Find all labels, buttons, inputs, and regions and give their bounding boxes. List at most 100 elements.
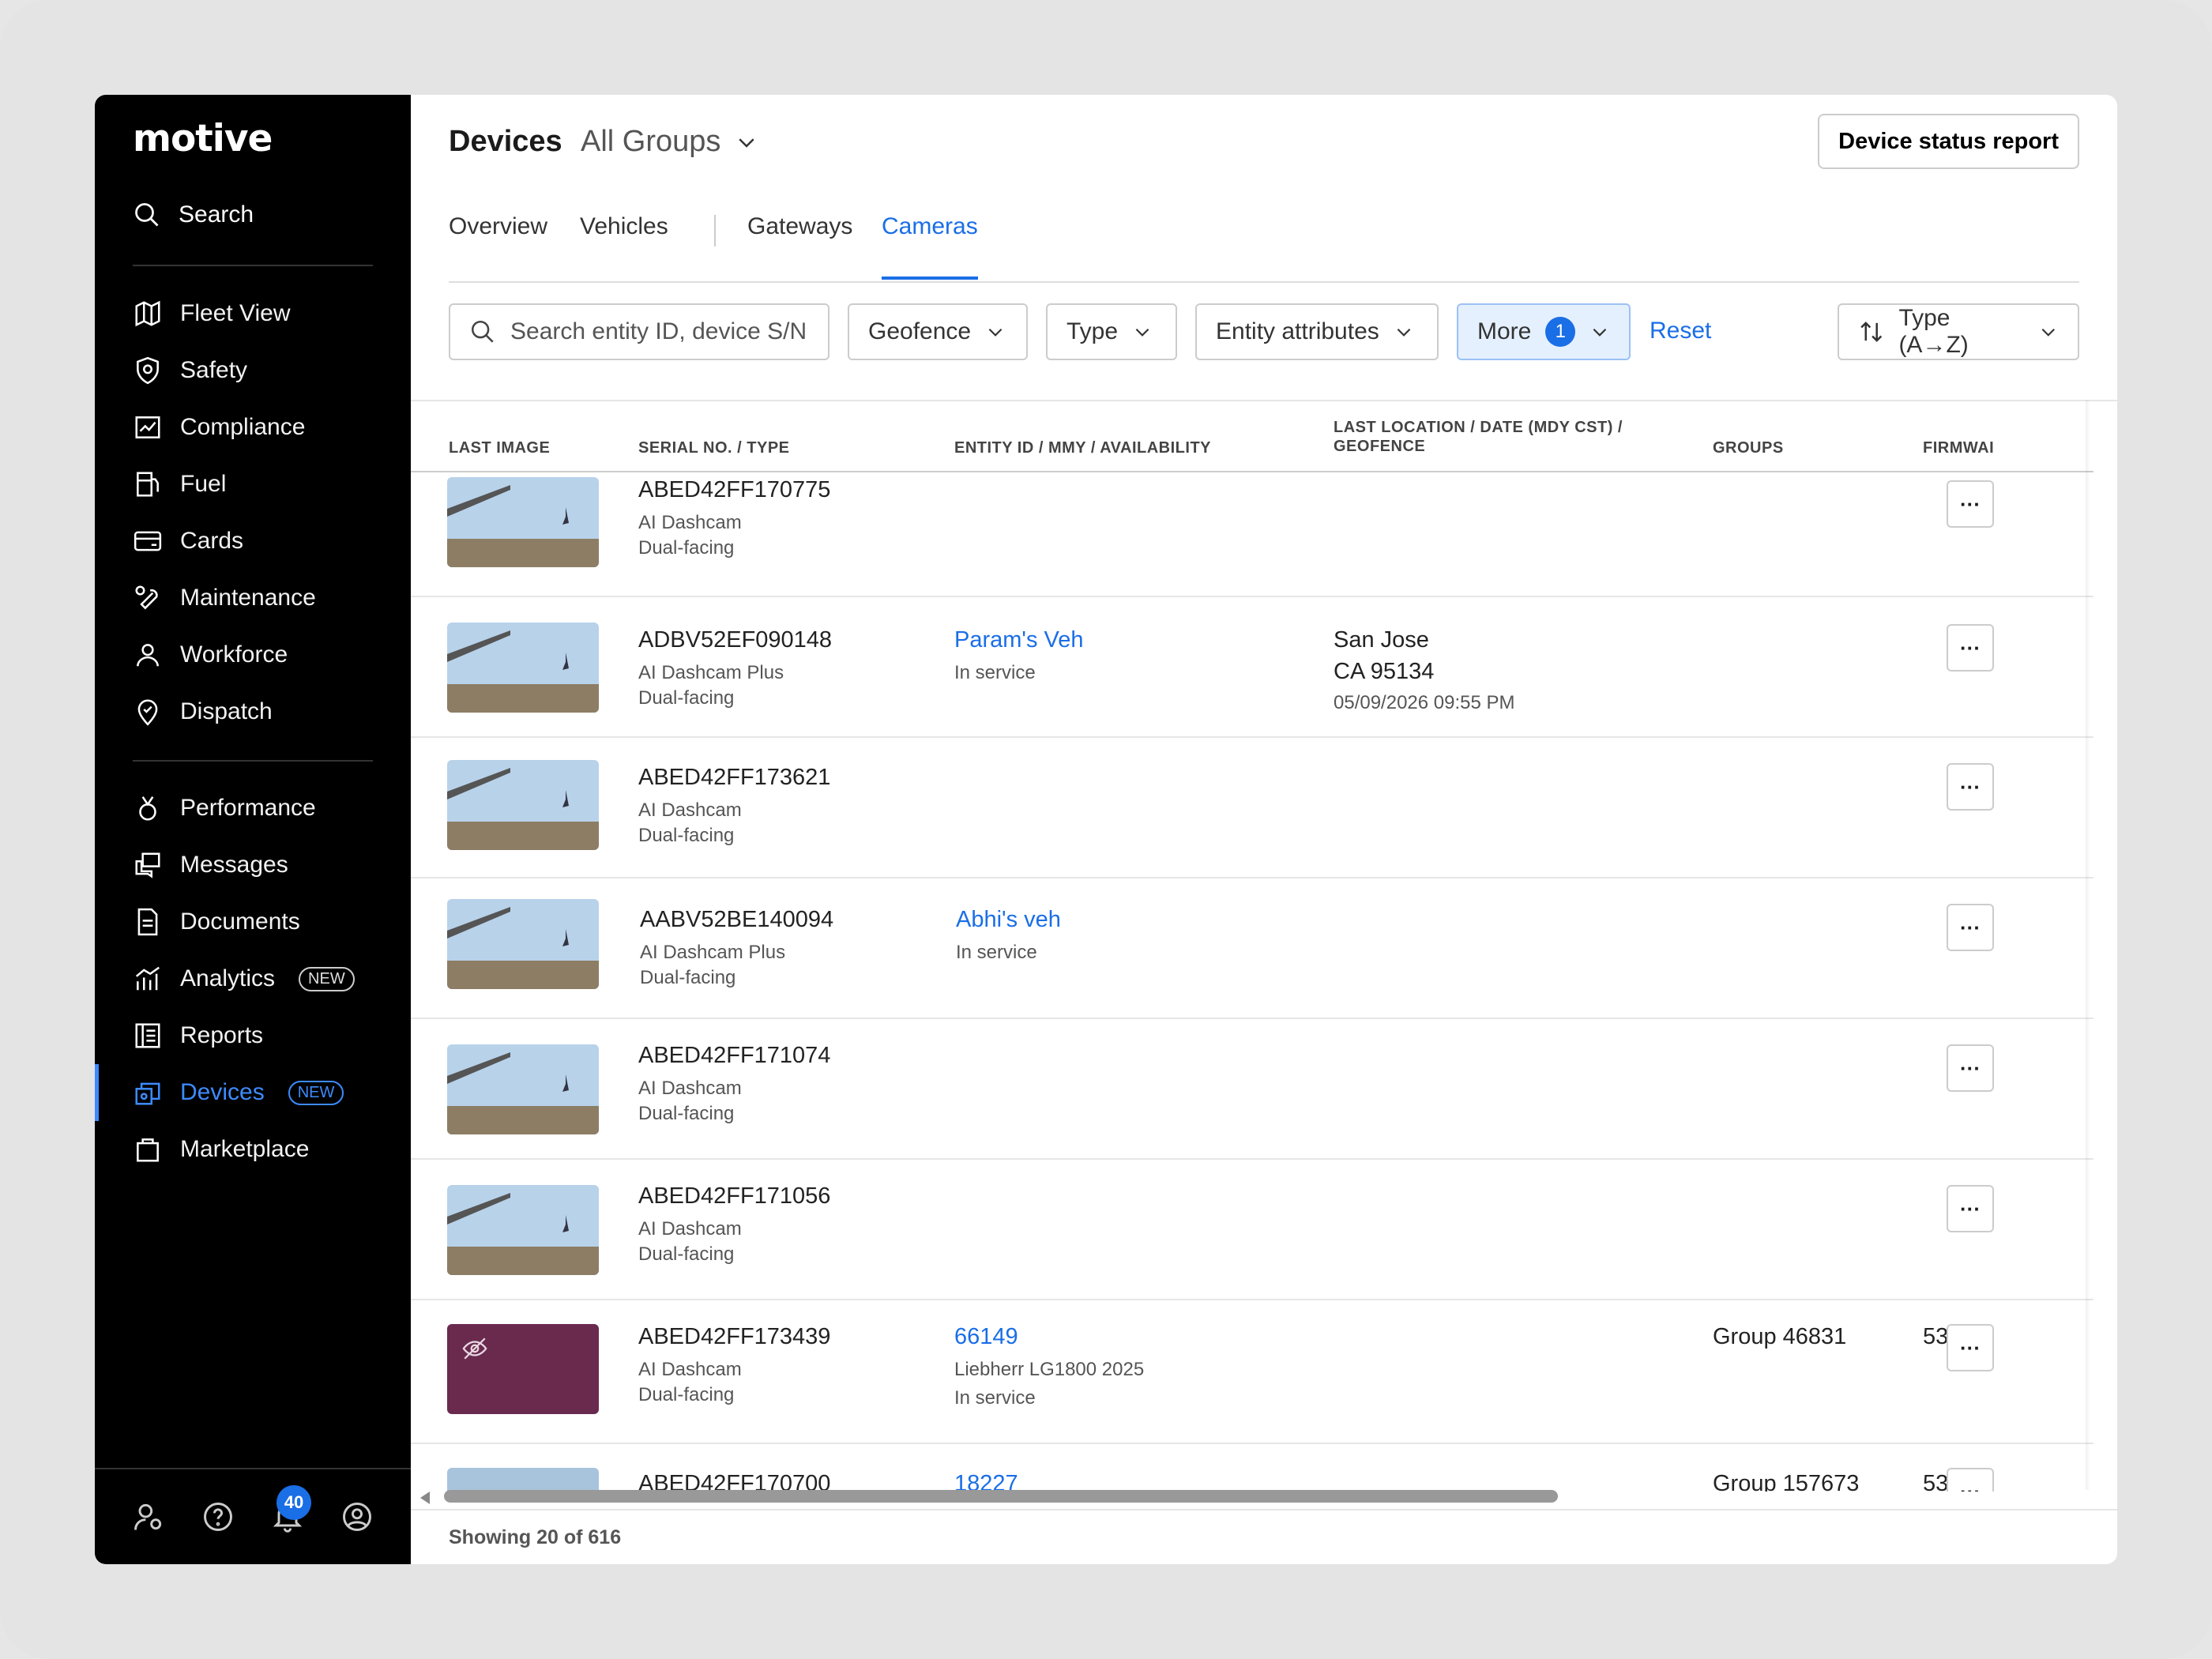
tab-cameras[interactable]: Cameras: [882, 213, 978, 280]
column-header-firmware[interactable]: FIRMWAI: [1923, 439, 1994, 457]
sidebar-item-label: Fuel: [180, 471, 227, 497]
chevron-down-icon: [988, 328, 1003, 337]
row-actions-button[interactable]: ···: [1947, 904, 1994, 951]
device-facing: Dual-facing: [638, 825, 735, 846]
sidebar-item-label: Fleet View: [180, 300, 291, 326]
serial-number: ABED42FF171074: [638, 1043, 831, 1068]
column-header-geofence[interactable]: GEOFENCE: [1334, 438, 1425, 456]
search-input[interactable]: Search entity ID, device S/N: [449, 303, 830, 360]
group-selector-label: All Groups: [581, 125, 721, 158]
tab-vehicles[interactable]: Vehicles: [580, 213, 668, 280]
entity-id-link[interactable]: 66149: [954, 1324, 1018, 1350]
horizontal-scrollbar[interactable]: [444, 1490, 1558, 1503]
help-icon[interactable]: [201, 1499, 235, 1534]
sticky-column-shadow: [2086, 400, 2090, 1490]
app-window: motive Search Fleet View Safety Complian…: [95, 95, 2117, 1564]
vehicle-mmy: Liebherr LG1800 2025: [954, 1359, 1145, 1380]
person-icon: [137, 644, 159, 667]
availability-status: In service: [954, 662, 1036, 683]
camera-thumbnail[interactable]: [447, 477, 599, 567]
entity-id-link[interactable]: Param's Veh: [954, 627, 1084, 653]
camera-thumbnail[interactable]: [447, 1185, 599, 1275]
table-row[interactable]: AABV52BE140094 AI Dashcam Plus Dual-faci…: [411, 877, 2094, 1019]
geofence-filter[interactable]: Geofence: [848, 303, 1028, 360]
tab-gateways[interactable]: Gateways: [747, 213, 852, 280]
column-header-groups[interactable]: GROUPS: [1713, 439, 1784, 457]
sort-dropdown[interactable]: Type (A→Z): [1838, 303, 2079, 360]
sidebar-item-label: Messages: [180, 852, 288, 878]
row-actions-button[interactable]: ···: [1947, 1044, 1994, 1092]
sidebar-item-messages[interactable]: Messages: [133, 845, 288, 885]
column-header-location[interactable]: LAST LOCATION / DATE (MDY CST) /: [1334, 419, 1623, 437]
table-row[interactable]: ABED42FF173621 AI Dashcam Dual-facing ··…: [411, 736, 2094, 878]
camera-thumbnail[interactable]: [447, 1044, 599, 1134]
reports-icon: [135, 1023, 160, 1048]
camera-thumbnail[interactable]: [447, 1468, 599, 1492]
group-selector[interactable]: All Groups: [581, 125, 758, 159]
device-type: AI Dashcam: [638, 1218, 742, 1240]
sidebar-item-cards[interactable]: Cards: [133, 521, 243, 561]
sidebar-search[interactable]: Search: [133, 201, 254, 229]
camera-thumbnail[interactable]: [447, 623, 599, 713]
sidebar-item-fleet-view[interactable]: Fleet View: [133, 294, 291, 333]
account-icon[interactable]: [340, 1499, 374, 1534]
row-actions-button[interactable]: ···: [1947, 1468, 1994, 1492]
table-row[interactable]: ABED42FF171056 AI Dashcam Dual-facing ··…: [411, 1158, 2094, 1300]
camera-thumbnail-unavailable[interactable]: [447, 1324, 599, 1414]
sidebar-item-devices[interactable]: Devices NEW: [133, 1073, 344, 1112]
entity-attributes-filter[interactable]: Entity attributes: [1195, 303, 1439, 360]
row-actions-button[interactable]: ···: [1947, 624, 1994, 672]
table-row[interactable]: ABED42FF171074 AI Dashcam Dual-facing ··…: [411, 1018, 2094, 1160]
column-header-serial[interactable]: SERIAL NO. / TYPE: [638, 439, 790, 457]
sidebar-item-reports[interactable]: Reports: [133, 1016, 263, 1055]
pagination-summary: Showing 20 of 616: [449, 1526, 622, 1548]
type-filter[interactable]: Type: [1046, 303, 1177, 360]
eye-off-icon: [462, 1337, 487, 1360]
entity-id-link[interactable]: 18227: [954, 1471, 1018, 1492]
entity-id-link[interactable]: Abhi's veh: [956, 907, 1061, 933]
sidebar-item-maintenance[interactable]: Maintenance: [133, 578, 316, 618]
table-row[interactable]: ABED42FF173439 AI Dashcam Dual-facing 66…: [411, 1299, 2094, 1444]
map-icon: [135, 300, 160, 327]
availability-status: In service: [956, 942, 1037, 963]
row-actions-button[interactable]: ···: [1947, 1324, 1994, 1371]
type-filter-label: Type: [1066, 318, 1119, 344]
reset-filters-link[interactable]: Reset: [1650, 318, 1711, 344]
user-settings-icon[interactable]: [131, 1499, 166, 1534]
sidebar-item-documents[interactable]: Documents: [133, 902, 300, 942]
sidebar-item-compliance[interactable]: Compliance: [133, 408, 305, 447]
row-actions-button[interactable]: ···: [1947, 763, 1994, 811]
sidebar-item-analytics[interactable]: Analytics NEW: [133, 959, 355, 999]
table-row[interactable]: ADBV52EF090148 AI Dashcam Plus Dual-faci…: [411, 596, 2094, 738]
device-facing: Dual-facing: [638, 687, 735, 709]
more-filters-button[interactable]: More 1: [1457, 303, 1631, 360]
sidebar-item-label: Maintenance: [180, 585, 316, 611]
sidebar-item-safety[interactable]: Safety: [133, 351, 247, 390]
camera-thumbnail[interactable]: [447, 760, 599, 850]
scroll-left-arrow-icon[interactable]: [417, 1488, 433, 1507]
active-indicator: [95, 1064, 99, 1121]
sidebar-item-performance[interactable]: Performance: [133, 788, 316, 828]
column-header-last-image[interactable]: LAST IMAGE: [449, 439, 550, 457]
main-content: Devices All Groups Device status report …: [411, 95, 2117, 1564]
sidebar-item-dispatch[interactable]: Dispatch: [133, 692, 273, 732]
table-row[interactable]: ABED42FF170775 AI Dashcam Dual-facing ··…: [411, 472, 2094, 597]
sidebar-item-marketplace[interactable]: Marketplace: [133, 1130, 309, 1169]
dispatch-icon: [137, 699, 158, 726]
row-actions-button[interactable]: ···: [1947, 1185, 1994, 1232]
chevron-down-icon: [1135, 328, 1149, 337]
row-actions-button[interactable]: ···: [1947, 480, 1994, 528]
tab-overview[interactable]: Overview: [449, 213, 547, 280]
filter-bar: Search entity ID, device S/N Geofence Ty…: [449, 303, 2079, 360]
column-header-entity[interactable]: ENTITY ID / MMY / AVAILABILITY: [954, 439, 1211, 457]
device-status-report-button[interactable]: Device status report: [1818, 114, 2079, 169]
table-row[interactable]: ABED42FF170700 18227 Group 157673 53008 …: [411, 1443, 2094, 1492]
search-placeholder: Search entity ID, device S/N: [510, 318, 807, 344]
sidebar-item-label: Workforce: [180, 641, 288, 668]
document-icon: [137, 908, 158, 936]
camera-thumbnail[interactable]: [447, 899, 599, 989]
sidebar-item-workforce[interactable]: Workforce: [133, 635, 288, 675]
device-type: AI Dashcam Plus: [640, 942, 786, 963]
serial-number: ABED42FF173439: [638, 1324, 831, 1349]
sidebar-item-fuel[interactable]: Fuel: [133, 465, 226, 504]
